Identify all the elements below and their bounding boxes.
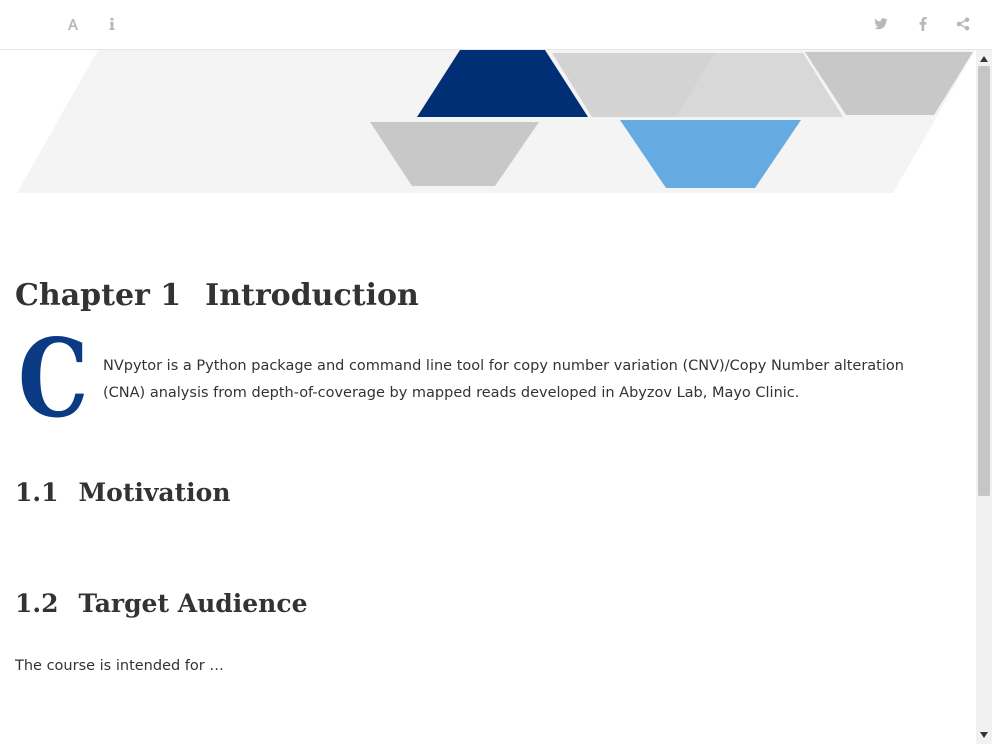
chapter-title: Introduction xyxy=(205,278,419,313)
scroll-down-button[interactable] xyxy=(976,728,992,742)
twitter-share-button[interactable] xyxy=(869,12,893,36)
section-number: 1.2 xyxy=(15,589,59,618)
cover-banner-graphic xyxy=(17,50,975,193)
facebook-share-button[interactable] xyxy=(911,12,935,36)
info-button[interactable] xyxy=(100,12,124,36)
section-number: 1.1 xyxy=(15,478,59,507)
font-settings-button[interactable] xyxy=(61,12,85,36)
share-button[interactable] xyxy=(951,12,975,36)
drop-cap-letter: C xyxy=(18,316,89,442)
info-icon xyxy=(109,17,115,30)
section-title: Motivation xyxy=(78,478,231,507)
font-icon xyxy=(68,19,78,30)
arrow-up-icon xyxy=(980,56,988,62)
share-icon xyxy=(956,17,970,31)
section-title: Target Audience xyxy=(78,589,308,618)
twitter-icon xyxy=(874,18,888,30)
scrollbar-thumb[interactable] xyxy=(978,66,990,496)
arrow-down-icon xyxy=(980,732,988,738)
chapter-heading: Chapter 1 Introduction xyxy=(15,278,419,313)
chapter-number: Chapter 1 xyxy=(15,278,182,313)
facebook-icon xyxy=(919,17,927,31)
scroll-up-button[interactable] xyxy=(976,52,992,66)
top-toolbar xyxy=(0,0,992,50)
section-heading-motivation: 1.1 Motivation xyxy=(15,478,231,507)
vertical-scrollbar[interactable] xyxy=(976,50,992,744)
intro-paragraph: NVpytor is a Python package and command … xyxy=(103,358,904,401)
section-heading-target-audience: 1.2 Target Audience xyxy=(15,589,307,618)
target-audience-paragraph: The course is intended for … xyxy=(15,658,224,674)
book-content: Chapter 1 Introduction C NVpytor is a Pyt… xyxy=(0,50,976,744)
